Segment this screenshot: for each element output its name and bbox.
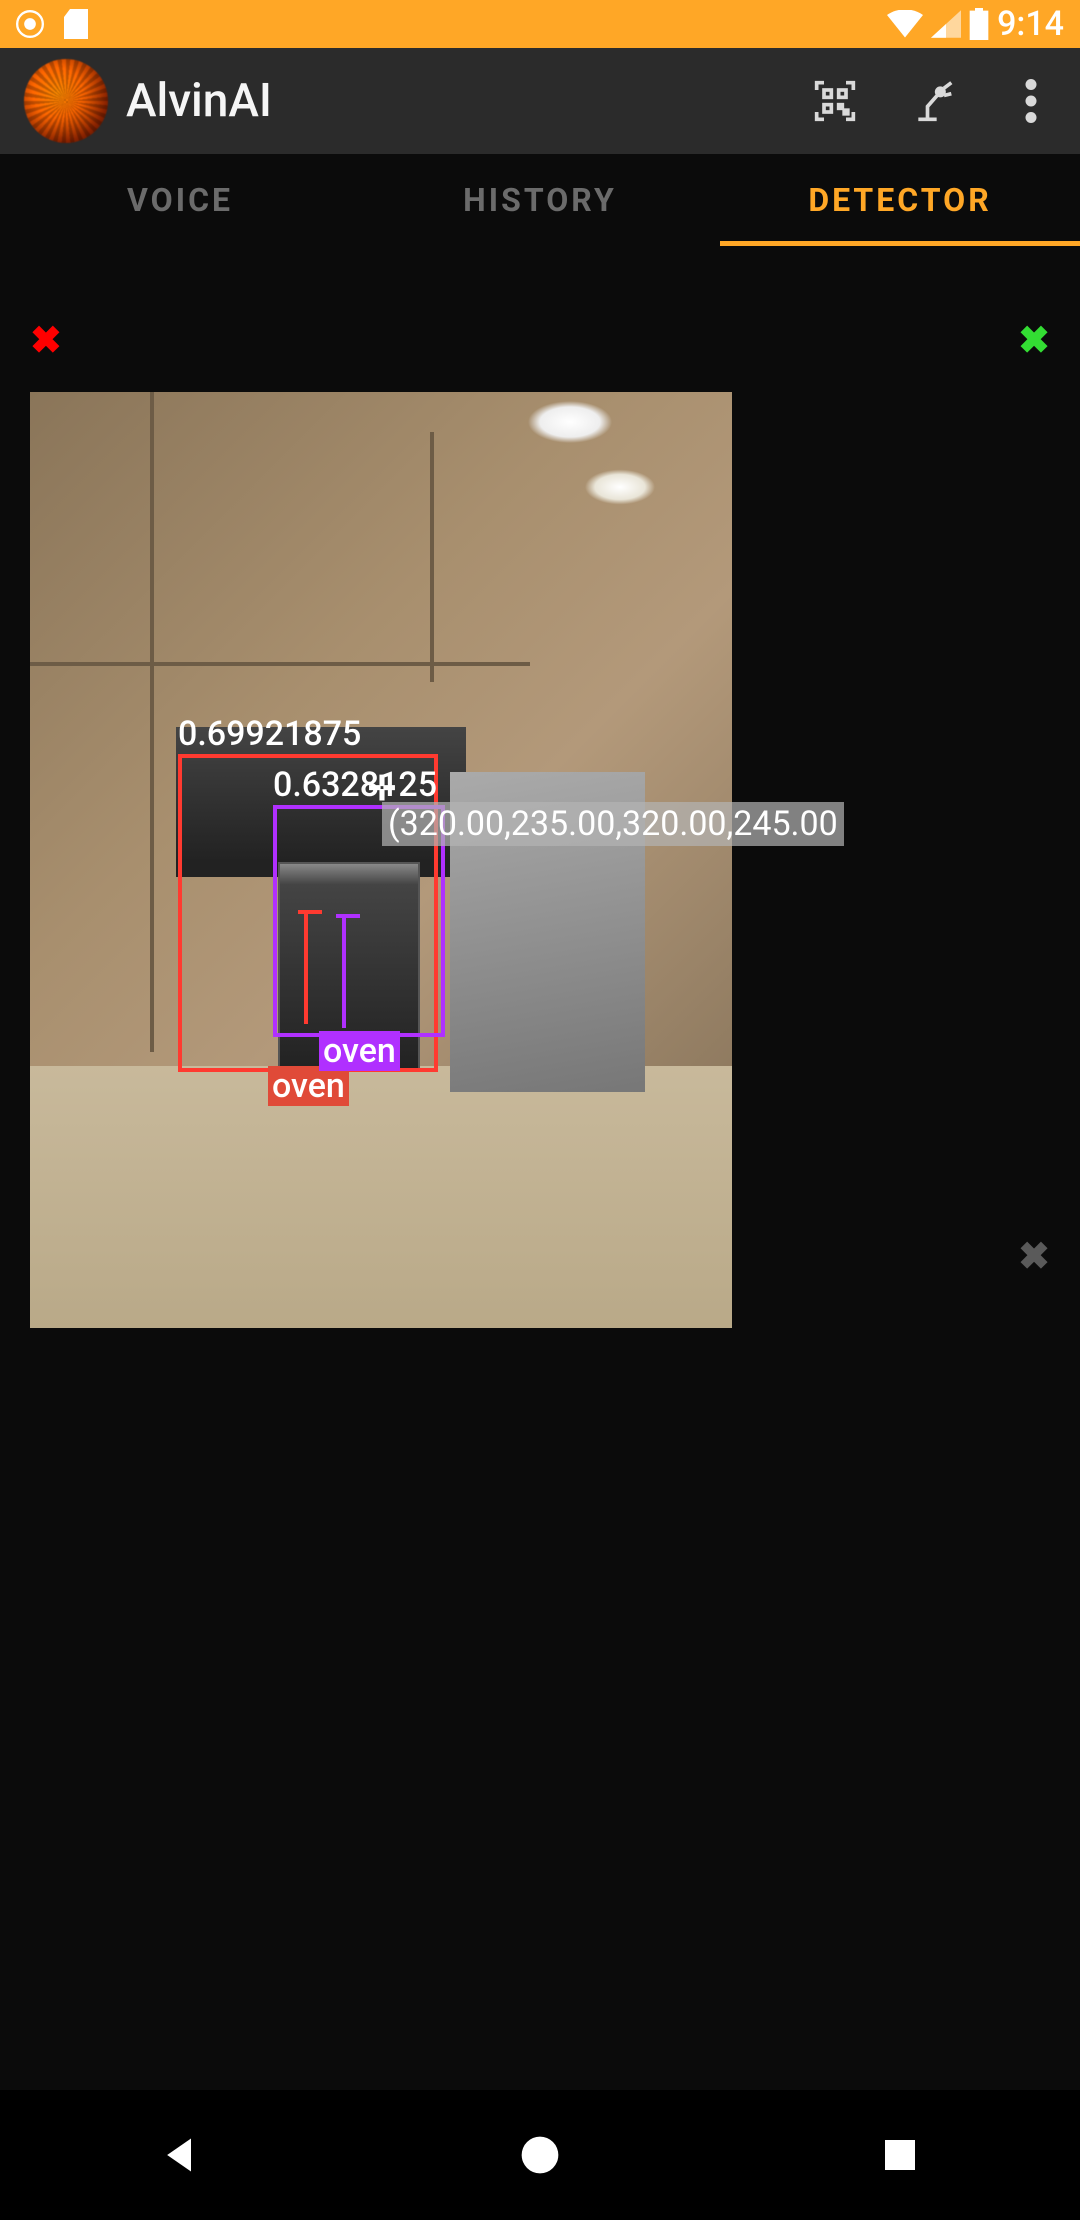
dots-vertical-icon [1025, 79, 1037, 123]
status-right-icons: 9:14 [887, 4, 1064, 44]
detection-label-1: oven [319, 1031, 400, 1071]
tab-voice[interactable]: VOICE [0, 154, 360, 246]
cell-signal-icon [931, 10, 961, 38]
tab-detector[interactable]: DETECTOR [720, 154, 1080, 246]
sd-card-icon [64, 9, 88, 39]
robot-arm-button[interactable] [908, 76, 958, 126]
status-left-icons [16, 9, 88, 39]
detection-center-marker-1 [342, 918, 362, 1028]
android-nav-bar [0, 2090, 1080, 2220]
detection-confidence-1: 0.6328125 [273, 765, 437, 805]
detection-overlay: ✛ 0.69921875oven0.6328125oven [30, 392, 732, 1328]
square-recent-icon [880, 2135, 920, 2175]
qr-scan-button[interactable] [810, 76, 860, 126]
detector-content: ✖ ✖ ✖ ✖ ✛ 0.69921875oven0.6328125oven (3… [0, 246, 1080, 2090]
circle-home-icon [518, 2133, 562, 2177]
overflow-menu-button[interactable] [1006, 76, 1056, 126]
wifi-icon [887, 10, 923, 38]
toolbar-actions [810, 76, 1056, 126]
nav-home-button[interactable] [440, 2133, 640, 2177]
corner-marker-bottom-right: ✖ [1018, 1234, 1050, 1279]
app-logo-icon [24, 59, 108, 143]
detector-image-view[interactable]: ✛ 0.69921875oven0.6328125oven [30, 392, 732, 1328]
battery-icon [969, 8, 989, 40]
app-toolbar: AlvinAI [0, 48, 1080, 154]
triangle-back-icon [158, 2133, 202, 2177]
corner-marker-top-left: ✖ [30, 318, 62, 363]
circle-dot-icon [16, 10, 44, 38]
corner-marker-top-right: ✖ [1018, 318, 1050, 363]
nav-back-button[interactable] [80, 2133, 280, 2177]
tab-history[interactable]: HISTORY [360, 154, 720, 246]
coordinate-readout: (320.00,235.00,320.00,245.00 [382, 802, 844, 846]
detection-confidence-0: 0.69921875 [178, 714, 361, 754]
tab-bar: VOICE HISTORY DETECTOR [0, 154, 1080, 246]
robot-arm-icon [911, 79, 955, 123]
qr-scan-icon [813, 79, 857, 123]
android-status-bar: 9:14 [0, 0, 1080, 48]
status-clock: 9:14 [997, 4, 1064, 44]
app-title: AlvinAI [126, 74, 272, 128]
detection-label-0: oven [268, 1066, 349, 1106]
nav-recent-button[interactable] [800, 2135, 1000, 2175]
